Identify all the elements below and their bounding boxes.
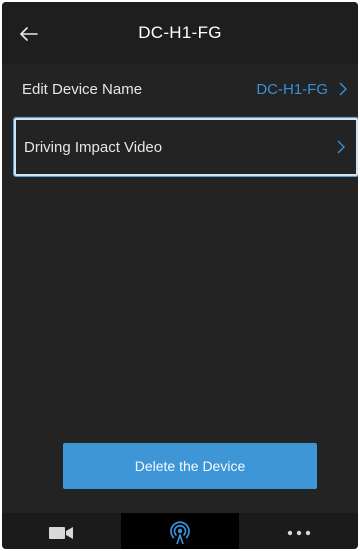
- device-name-value: DC-H1-FG: [256, 80, 328, 98]
- edit-device-name-label: Edit Device Name: [22, 80, 143, 98]
- tab-bar: [2, 513, 358, 549]
- page-title: DC-H1-FG: [138, 23, 222, 42]
- chevron-right-icon: [339, 82, 347, 96]
- arrow-left-icon: [20, 27, 38, 41]
- edit-device-name-right: DC-H1-FG: [256, 81, 348, 98]
- tab-connection[interactable]: [120, 513, 240, 549]
- tab-video[interactable]: [2, 513, 121, 549]
- app-frame: DC-H1-FG Edit Device Name DC-H1-FG Drivi…: [0, 0, 360, 551]
- driving-impact-video-label: Driving Impact Video: [24, 138, 163, 156]
- signal-broadcast-icon: [170, 521, 190, 545]
- header: DC-H1-FG: [2, 2, 358, 64]
- video-camera-icon: [49, 527, 74, 539]
- edit-device-name-row[interactable]: Edit Device Name DC-H1-FG: [14, 62, 358, 117]
- driving-impact-video-row[interactable]: Driving Impact Video: [13, 117, 358, 177]
- delete-device-button[interactable]: Delete the Device: [63, 443, 317, 489]
- chevron-right-icon: [337, 140, 345, 154]
- more-dots-icon: [287, 530, 310, 536]
- tab-more[interactable]: [239, 513, 358, 549]
- back-button[interactable]: [18, 23, 40, 45]
